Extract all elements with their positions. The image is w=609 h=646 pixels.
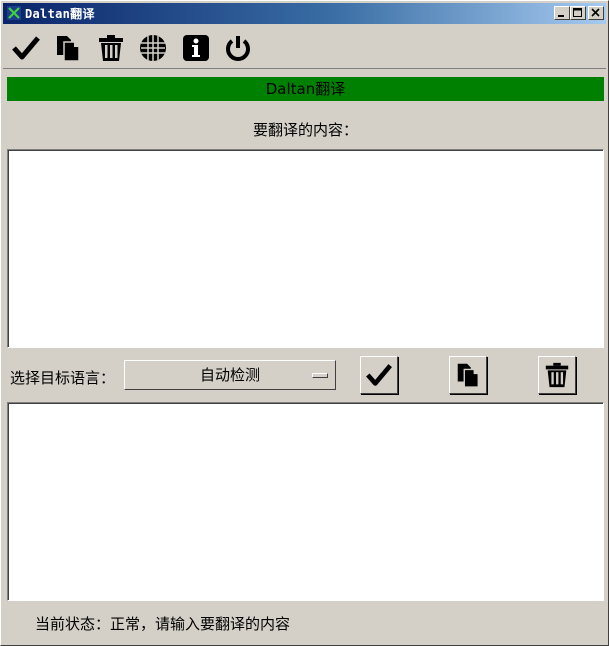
title-bar[interactable]: Daltan翻译 [3, 3, 606, 24]
globe-icon[interactable] [138, 33, 168, 63]
trash-icon[interactable] [96, 33, 126, 63]
result-text-output[interactable] [7, 402, 604, 601]
translate-button[interactable] [360, 356, 398, 394]
source-text-input[interactable] [7, 149, 604, 348]
language-label: 选择目标语言： [10, 369, 116, 387]
close-button[interactable] [588, 6, 604, 20]
app-x-icon [7, 6, 21, 20]
toolbar [3, 25, 606, 69]
main-window: Daltan翻译 Daltan翻译 要翻译的内容： 选择目标语言： 自动检测 当… [0, 0, 609, 646]
window-title: Daltan翻译 [25, 7, 95, 21]
minimize-button[interactable] [554, 6, 570, 20]
info-icon[interactable] [181, 33, 211, 63]
trash-icon [545, 362, 569, 388]
copy-icon [457, 363, 479, 388]
maximize-icon [573, 8, 582, 17]
selected-language: 自动检测 [199, 366, 260, 384]
source-label: 要翻译的内容： [252, 121, 358, 139]
check-icon [366, 364, 392, 386]
app-banner: Daltan翻译 [7, 77, 604, 101]
maximize-button[interactable] [570, 6, 586, 20]
power-icon[interactable] [223, 33, 253, 63]
close-icon [591, 8, 600, 17]
check-icon[interactable] [11, 33, 41, 63]
status-text: 当前状态：正常，请输入要翻译的内容 [35, 615, 291, 633]
target-language-select[interactable]: 自动检测 [124, 360, 336, 390]
minimize-icon [558, 15, 564, 17]
clear-button[interactable] [538, 356, 576, 394]
copy-icon[interactable] [53, 33, 83, 63]
dropdown-indicator-icon [312, 373, 328, 378]
copy-result-button[interactable] [449, 356, 487, 394]
